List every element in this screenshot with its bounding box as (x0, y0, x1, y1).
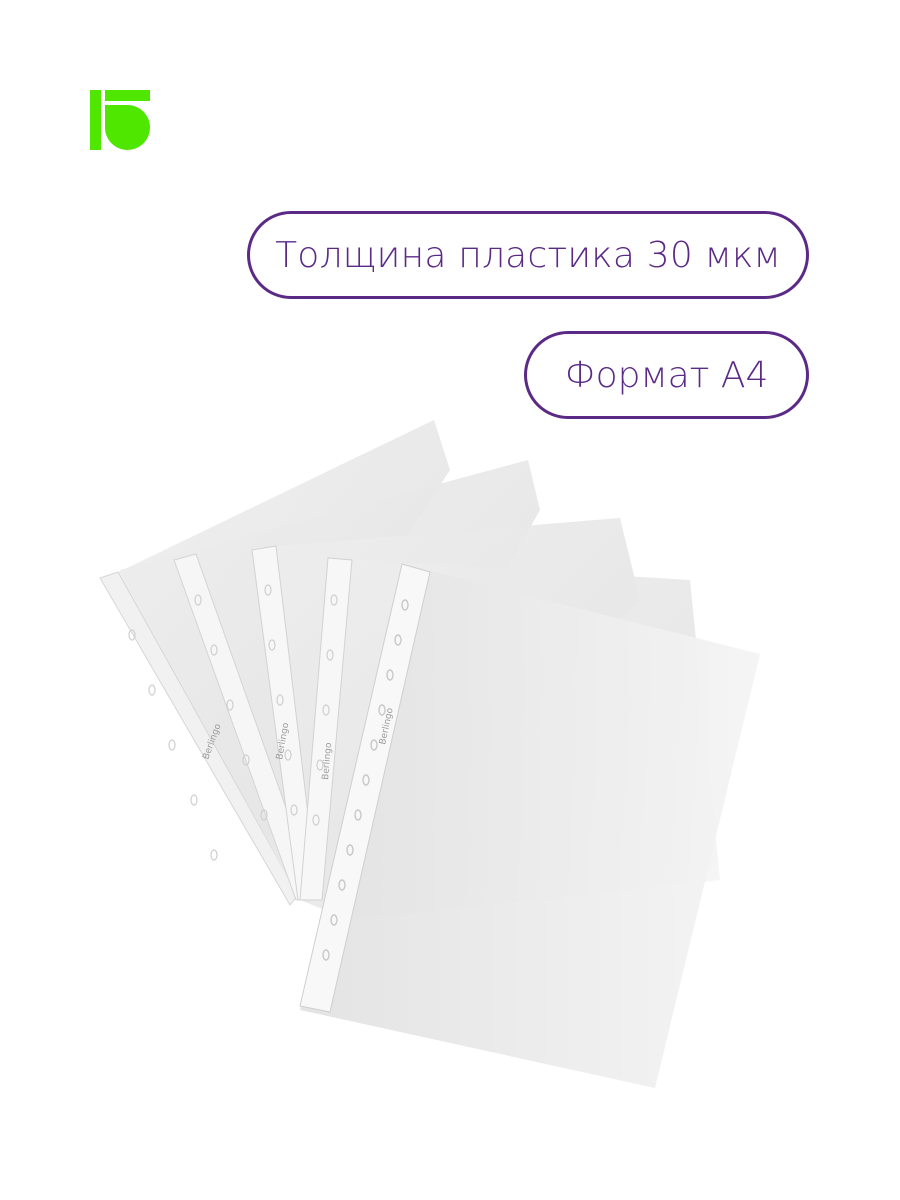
thickness-badge: Толщина пластика 30 мкм (247, 211, 809, 299)
format-badge-text: Формат А4 (564, 354, 769, 396)
sheet-protectors-illustration: Berlingo Berlingo Berlingo Berlingo (99, 420, 760, 1088)
brand-logo-icon (90, 90, 150, 150)
thickness-badge-text: Толщина пластика 30 мкм (275, 234, 781, 276)
